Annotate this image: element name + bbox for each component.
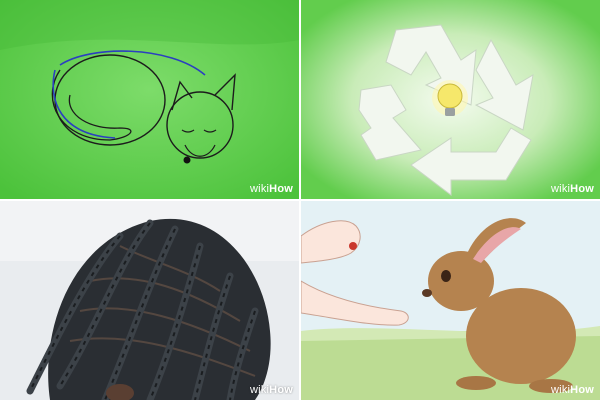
fox-sketch-tile: wikiHow — [0, 0, 299, 199]
recycle-symbol-tile: wikiHow — [301, 0, 600, 199]
wikihow-watermark: wikiHow — [551, 183, 594, 195]
rabbit-feeding-tile: wikiHow — [301, 201, 600, 400]
wikihow-watermark: wikiHow — [250, 384, 293, 396]
recycle-lightbulb-illustration — [301, 0, 600, 199]
wikihow-watermark: wikiHow — [551, 384, 594, 396]
braided-hair-photo — [0, 201, 299, 400]
braided-hair-tile: wikiHow — [0, 201, 299, 400]
image-grid: wikiHow wikiHow wikiHow wikiHow — [0, 0, 600, 400]
fox-sketch-illustration — [0, 0, 299, 199]
wikihow-watermark: wikiHow — [250, 183, 293, 195]
lightbulb-icon — [432, 80, 468, 116]
rabbit-feeding-illustration — [301, 201, 600, 400]
